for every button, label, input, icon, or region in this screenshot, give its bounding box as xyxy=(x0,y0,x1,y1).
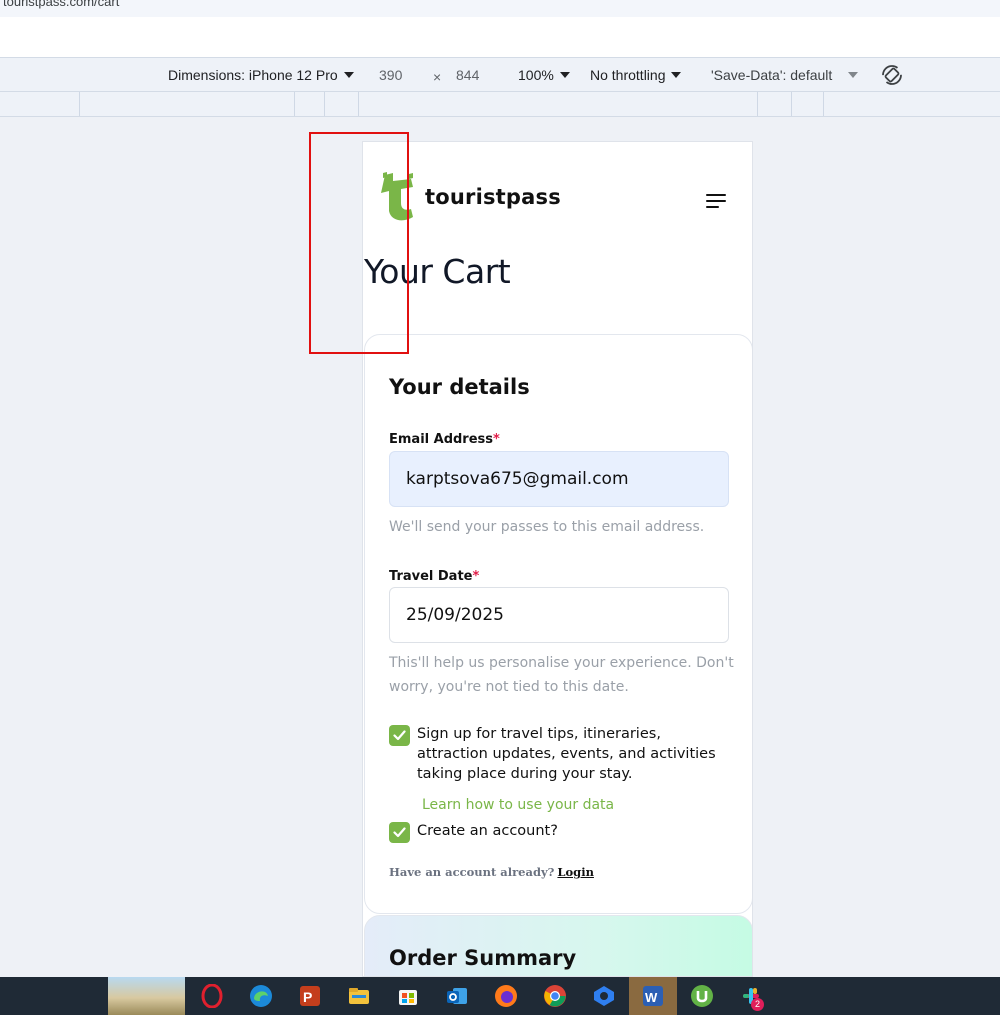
create-account-label: Create an account? xyxy=(417,823,558,839)
firefox-icon[interactable] xyxy=(494,984,518,1008)
zoom-select[interactable]: 100% xyxy=(518,67,570,83)
powerpoint-icon[interactable]: P xyxy=(298,984,322,1008)
word-icon[interactable]: W xyxy=(641,984,665,1008)
login-link[interactable]: Login xyxy=(557,865,594,879)
outlook-icon[interactable] xyxy=(445,984,469,1008)
order-summary-card: Order Summary xyxy=(364,915,752,976)
travel-date-label: Travel Date* xyxy=(389,569,479,584)
have-account-text: Have an account already? Login xyxy=(389,865,594,879)
details-title: Your details xyxy=(389,375,530,399)
device-toolbar: Dimensions: iPhone 12 Pro 390 × 844 100%… xyxy=(0,57,1000,92)
travel-date-field[interactable]: 25/09/2025 xyxy=(389,587,729,643)
hamburger-menu-icon[interactable] xyxy=(706,194,726,210)
svg-text:W: W xyxy=(645,990,658,1005)
rotate-device-icon[interactable] xyxy=(880,63,904,87)
throttling-label: No throttling xyxy=(590,67,666,83)
slack-notification-badge: 2 xyxy=(751,998,764,1011)
save-data-select[interactable]: 'Save-Data': default xyxy=(711,67,859,83)
cloud-app-icon[interactable] xyxy=(592,984,616,1008)
have-account-label: Have an account already? xyxy=(389,865,555,879)
chevron-down-icon xyxy=(671,72,682,78)
newsletter-checkbox-row[interactable]: Sign up for travel tips, itineraries, at… xyxy=(389,724,727,784)
chevron-down-icon xyxy=(559,72,570,78)
create-account-checkbox[interactable] xyxy=(389,822,410,843)
zoom-label: 100% xyxy=(518,67,554,83)
logo-text: touristpass xyxy=(425,185,561,209)
device-select[interactable]: Dimensions: iPhone 12 Pro xyxy=(168,67,354,83)
chevron-down-icon xyxy=(848,72,859,78)
chevron-down-icon xyxy=(343,72,354,78)
learn-data-link[interactable]: Learn how to use your data xyxy=(422,797,614,813)
mobile-viewport: touristpass Your Cart Your details Email… xyxy=(362,141,753,977)
required-asterisk: * xyxy=(472,569,480,584)
width-input[interactable]: 390 xyxy=(379,67,402,83)
create-account-row[interactable]: Create an account? xyxy=(389,821,727,843)
email-field[interactable]: karptsova675@gmail.com xyxy=(389,451,729,507)
edge-icon[interactable] xyxy=(249,984,273,1008)
browser-toolbar-area xyxy=(0,17,1000,57)
save-data-label: 'Save-Data': default xyxy=(711,67,833,83)
checkmark-icon xyxy=(393,827,406,838)
required-asterisk: * xyxy=(493,432,500,447)
email-label-text: Email Address xyxy=(389,432,494,447)
email-hint: We'll send your passes to this email add… xyxy=(389,519,705,535)
utorrent-icon[interactable] xyxy=(690,984,714,1008)
taskbar: P W 2 xyxy=(0,977,1000,1015)
annotation-highlight-box xyxy=(309,132,409,354)
newsletter-checkbox[interactable] xyxy=(389,725,410,746)
times-sign: × xyxy=(433,69,442,85)
newsletter-label: Sign up for travel tips, itineraries, at… xyxy=(417,726,716,782)
travel-date-hint: This'll help us personalise your experie… xyxy=(389,655,734,695)
chrome-icon[interactable] xyxy=(543,984,567,1008)
opera-icon[interactable] xyxy=(200,984,224,1008)
order-summary-title: Order Summary xyxy=(389,946,577,970)
travel-date-value: 25/09/2025 xyxy=(406,605,504,625)
travel-date-label-text: Travel Date xyxy=(389,569,473,584)
checkmark-icon xyxy=(393,730,406,741)
details-card: Your details Email Address* karptsova675… xyxy=(364,334,752,914)
email-value: karptsova675@gmail.com xyxy=(406,469,629,489)
url-text: touristpass.com/cart xyxy=(3,0,120,9)
device-select-label: Dimensions: iPhone 12 Pro xyxy=(168,67,338,83)
throttling-select[interactable]: No throttling xyxy=(590,67,682,83)
svg-text:P: P xyxy=(303,989,312,1005)
media-query-ruler xyxy=(0,92,1000,117)
microsoft-store-icon[interactable] xyxy=(396,984,420,1008)
address-bar[interactable]: touristpass.com/cart xyxy=(0,0,1000,17)
taskbar-weather-widget[interactable] xyxy=(108,977,185,1015)
file-explorer-icon[interactable] xyxy=(347,984,371,1008)
height-input[interactable]: 844 xyxy=(456,67,479,83)
email-label: Email Address* xyxy=(389,432,500,447)
